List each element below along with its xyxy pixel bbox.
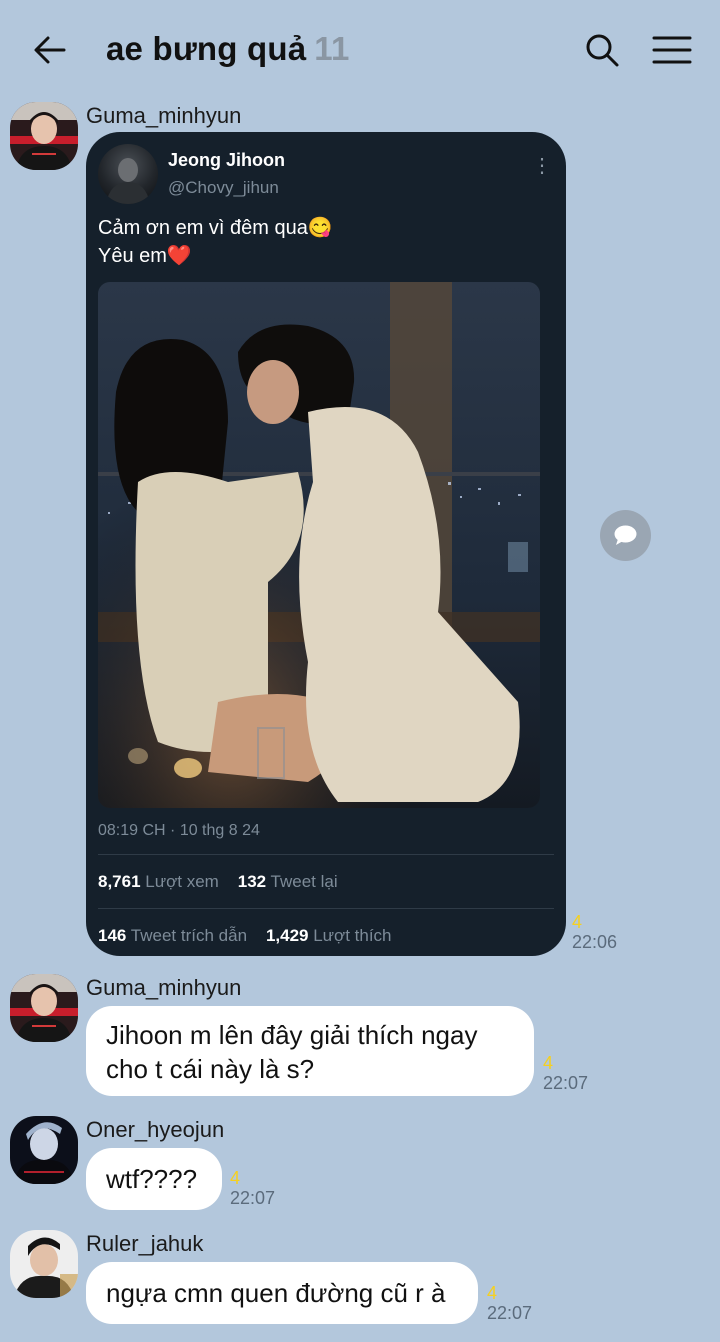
message-bubble[interactable]: wtf???? — [86, 1148, 222, 1210]
message-time: 22:07 — [230, 1188, 276, 1208]
divider — [98, 854, 554, 855]
likes-label: Lượt thích — [313, 926, 392, 945]
message-bubble[interactable]: Jihoon m lên đây giải thích ngay cho t c… — [86, 1006, 534, 1096]
message-text-line: Jihoon m lên đây giải thích ngay — [106, 1020, 478, 1050]
message-text-line: cho t cái này là s? — [106, 1054, 315, 1084]
views-label: Lượt xem — [145, 872, 219, 891]
sender-name: Oner_hyeojun — [86, 1117, 225, 1142]
more-vertical-icon: ⋮ — [532, 155, 552, 177]
chat-name: ae bưng quả — [106, 30, 307, 67]
avatar[interactable] — [10, 1116, 78, 1184]
tweet-stats-row: 146 Tweet trích dẫn 1,429 Lượt thích — [98, 926, 392, 946]
quick-reply-button[interactable] — [600, 510, 651, 561]
tweet-card-image[interactable]: Jeong Jihoon @Chovy_jihun ⋮ Cảm ơn em vì… — [86, 132, 566, 956]
back-arrow-icon[interactable] — [30, 30, 70, 70]
tweet-stats-row: 8,761 Lượt xem 132 Tweet lại — [98, 872, 338, 892]
member-count: 11 — [314, 30, 350, 67]
message-meta: 4 22:07 — [543, 1053, 588, 1093]
tweet-author-name: Jeong Jihoon — [168, 150, 285, 170]
retweets-count: 132 — [237, 872, 267, 891]
tweet-avatar — [98, 144, 158, 204]
avatar[interactable] — [10, 102, 78, 170]
chat-bubble-icon — [614, 525, 637, 545]
tweet-text-line: Yêu em❤️ — [98, 245, 192, 267]
tweet-text-line: Cảm ơn em vì đêm qua😋 — [98, 217, 333, 239]
unread-count: 4 — [487, 1283, 498, 1303]
unread-count: 4 — [230, 1168, 241, 1188]
menu-icon[interactable] — [650, 30, 694, 70]
tweet-text: Cảm ơn em vì đêm qua😋 Yêu em❤️ — [98, 214, 538, 270]
message-time: 22:06 — [572, 932, 618, 952]
divider — [98, 908, 554, 909]
tweet-photo — [98, 282, 540, 808]
message-time: 22:07 — [487, 1303, 533, 1323]
chat-header: ae bưng quả 11 — [0, 0, 720, 100]
sender-name: Ruler_jahuk — [86, 1231, 204, 1256]
search-icon[interactable] — [582, 30, 622, 70]
sender-name: Guma_minhyun — [86, 103, 242, 128]
quotes-count: 146 — [98, 926, 127, 945]
unread-count: 4 — [543, 1053, 554, 1073]
tweet-date: 08:19 CH · 10 thg 8 24 — [98, 822, 260, 839]
tweet-author-handle: @Chovy_jihun — [168, 178, 279, 197]
retweets-label: Tweet lại — [270, 872, 338, 891]
message-bubble[interactable]: ngựa cmn quen đường cũ r à — [86, 1262, 478, 1324]
chat-title: ae bưng quả 11 — [106, 30, 350, 68]
views-count: 8,761 — [98, 872, 141, 891]
message-meta: 4 22:07 — [230, 1168, 275, 1208]
unread-count: 4 — [572, 912, 583, 932]
likes-count: 1,429 — [265, 926, 309, 945]
avatar[interactable] — [10, 974, 78, 1042]
sender-name: Guma_minhyun — [86, 975, 242, 1000]
quotes-label: Tweet trích dẫn — [130, 926, 248, 945]
message-meta: 4 22:06 — [572, 912, 617, 952]
avatar[interactable] — [10, 1230, 78, 1298]
message-time: 22:07 — [543, 1073, 589, 1093]
message-meta: 4 22:07 — [487, 1283, 532, 1323]
